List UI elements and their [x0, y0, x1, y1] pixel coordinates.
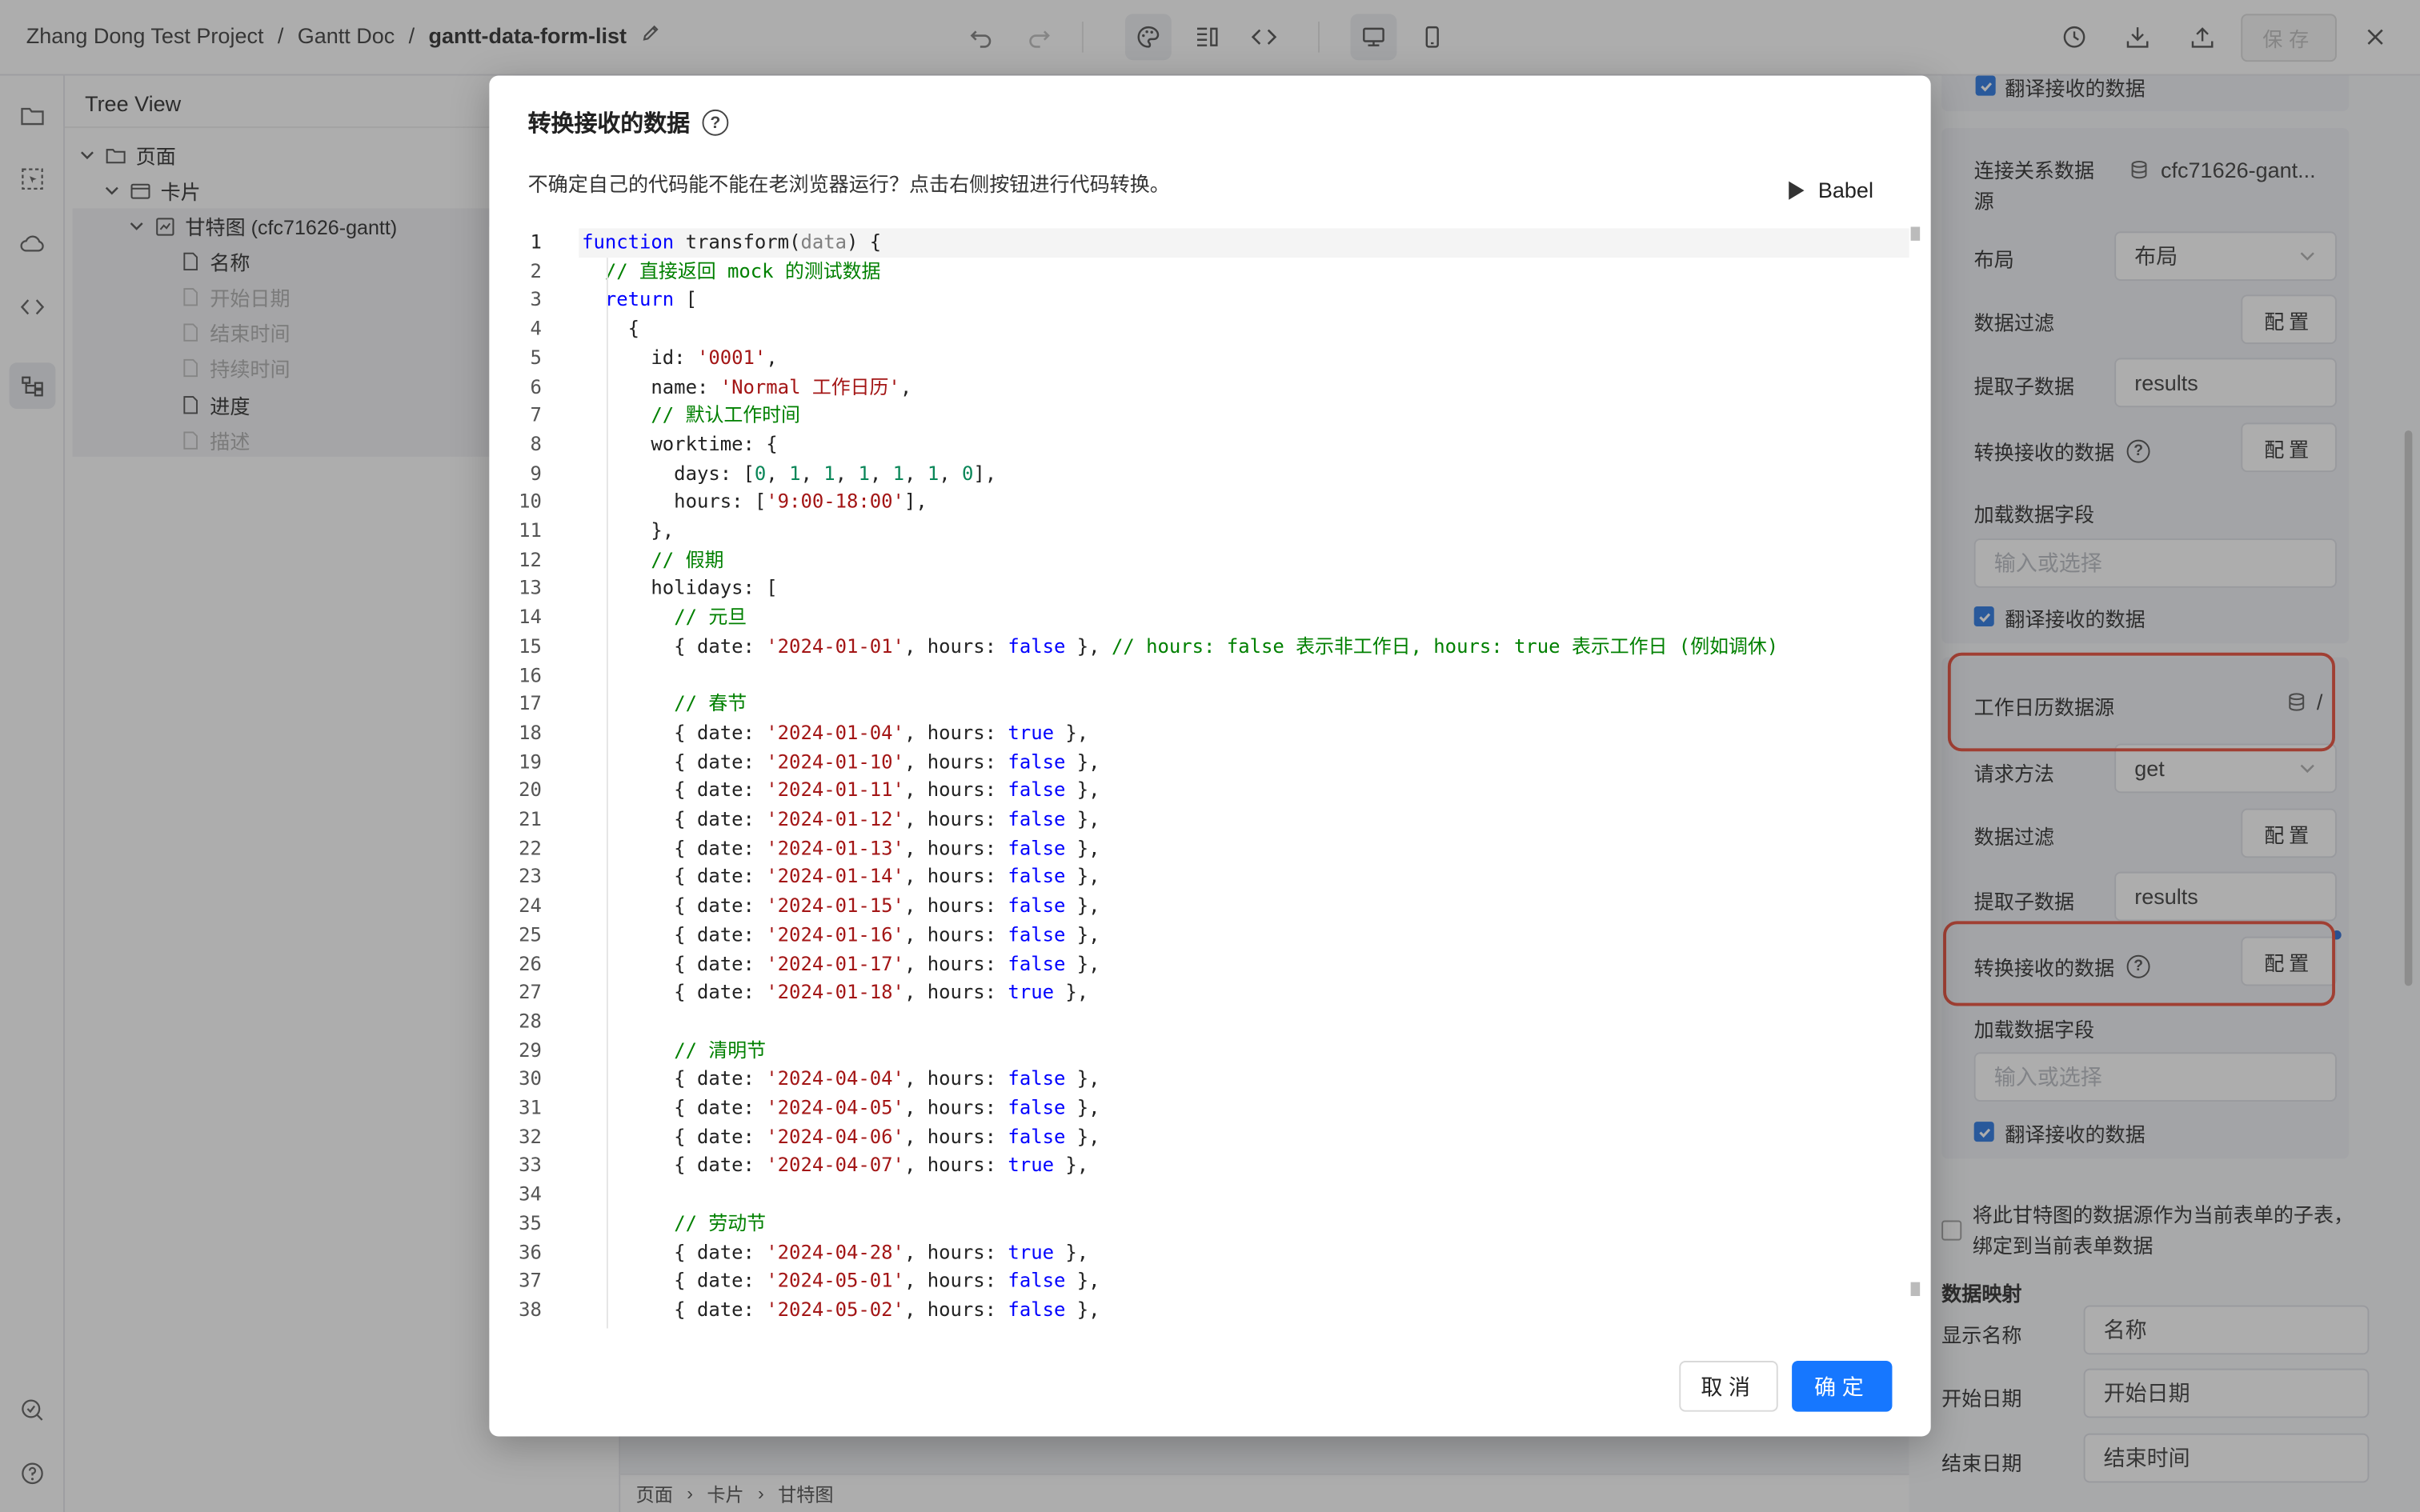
line-number: 21: [519, 806, 542, 830]
code-line: // 默认工作时间: [651, 402, 800, 426]
code-line: { date: '2024-01-17', hours: false },: [582, 950, 1100, 974]
code-line: { date: '2024-01-10', hours: false },: [582, 749, 1100, 773]
editor-scroll-marker[interactable]: [1910, 1282, 1921, 1297]
line-number: 16: [519, 662, 542, 686]
line-number: 5: [530, 345, 542, 369]
code-line: // 假期: [651, 547, 724, 570]
code-line: // 劳动节: [674, 1210, 767, 1234]
babel-button[interactable]: Babel: [1787, 178, 1873, 202]
line-number: 33: [519, 1153, 542, 1177]
line-number: 37: [519, 1268, 542, 1292]
line-number: 30: [519, 1066, 542, 1090]
line-number: 12: [519, 547, 542, 570]
indent-guide: [606, 258, 608, 1329]
code-line: { date: '2024-04-28', hours: true },: [582, 1239, 1089, 1263]
line-number: 34: [519, 1182, 542, 1206]
cancel-button[interactable]: 取消: [1679, 1361, 1778, 1412]
code-line: holidays: [: [582, 576, 778, 600]
line-number: 35: [519, 1210, 542, 1234]
code-line: days: [0, 1, 1, 1, 1, 1, 0],: [582, 460, 997, 484]
line-number: 7: [530, 402, 542, 426]
code-line: { date: '2024-04-07', hours: true },: [582, 1153, 1089, 1177]
line-number: 25: [519, 922, 542, 946]
line-number: 31: [519, 1095, 542, 1119]
line-number: 17: [519, 691, 542, 715]
editor-scroll-marker[interactable]: [1910, 226, 1921, 241]
code-line: { date: '2024-01-12', hours: false },: [582, 806, 1100, 830]
confirm-button[interactable]: 确定: [1792, 1361, 1893, 1412]
code-line: { date: '2024-01-18', hours: true },: [582, 980, 1089, 1003]
code-line: id: '0001',: [582, 345, 778, 369]
code-line: { date: '2024-05-02', hours: false },: [582, 1297, 1100, 1321]
modal-title-row: 转换接收的数据 ?: [528, 106, 729, 139]
code-line: worktime: {: [582, 431, 778, 455]
play-icon: [1789, 180, 1805, 199]
code-line: },: [582, 518, 675, 542]
line-number: 1: [530, 230, 542, 254]
code-line: { date: '2024-01-01', hours: false }, //…: [582, 634, 1779, 658]
code-line: { date: '2024-04-06', hours: false },: [582, 1124, 1100, 1148]
code-editor[interactable]: 1 function transform(data) { 2 // 直接返回 moc…: [489, 226, 1930, 1329]
code-line: { date: '2024-01-15', hours: false },: [582, 893, 1100, 917]
line-number: 10: [519, 489, 542, 513]
line-number: 18: [519, 720, 542, 744]
line-number: 14: [519, 605, 542, 629]
line-number: 15: [519, 634, 542, 658]
code-line: { date: '2024-01-04', hours: true },: [582, 720, 1089, 744]
line-number: 38: [519, 1297, 542, 1321]
modal-description: 不确定自己的代码能不能在老浏览器运行？点击右侧按钮进行代码转换。: [527, 173, 1170, 196]
code-line: return [: [604, 287, 697, 311]
line-number: 36: [519, 1239, 542, 1263]
line-number: 6: [530, 374, 542, 398]
line-number: 19: [519, 749, 542, 773]
code-line: { date: '2024-01-16', hours: false },: [582, 922, 1100, 946]
code-line: { date: '2024-05-01', hours: false },: [582, 1268, 1100, 1292]
line-number: 29: [519, 1038, 542, 1062]
line-number: 23: [519, 864, 542, 888]
code-line: { date: '2024-04-04', hours: false },: [582, 1066, 1100, 1090]
code-line: {: [582, 316, 640, 340]
code-line: // 直接返回 mock 的测试数据: [604, 258, 881, 282]
code-line: // 清明节: [674, 1038, 767, 1062]
transform-data-modal: 转换接收的数据 ? 不确定自己的代码能不能在老浏览器运行？点击右侧按钮进行代码转…: [489, 75, 1931, 1437]
code-line: { date: '2024-01-14', hours: false },: [582, 864, 1100, 888]
code-line: name: 'Normal 工作日历',: [582, 374, 912, 398]
modal-footer: 取消 确定: [489, 1329, 1930, 1437]
line-number: 27: [519, 980, 542, 1003]
code-line: { date: '2024-04-05', hours: false },: [582, 1095, 1100, 1119]
line-number: 24: [519, 893, 542, 917]
line-number: 11: [519, 518, 542, 542]
code-line: { date: '2024-01-11', hours: false },: [582, 778, 1100, 802]
line-number: 4: [530, 316, 542, 340]
line-number: 26: [519, 950, 542, 974]
line-number: 8: [530, 431, 542, 455]
line-number: 13: [519, 576, 542, 600]
app-window: Zhang Dong Test Project / Gantt Doc / ga…: [0, 0, 2420, 1512]
line-number: 2: [530, 258, 542, 282]
line-number: 28: [519, 1009, 542, 1033]
babel-label: Babel: [1817, 177, 1873, 202]
line-number: 20: [519, 778, 542, 802]
line-number: 32: [519, 1124, 542, 1148]
line-number: 22: [519, 835, 542, 859]
line-number: 9: [530, 460, 542, 484]
modal-title: 转换接收的数据: [527, 110, 691, 138]
code-line: hours: ['9:00-18:00'],: [582, 489, 928, 513]
code-line: { date: '2024-01-13', hours: false },: [582, 835, 1100, 859]
help-icon[interactable]: ?: [702, 109, 729, 136]
line-number: 3: [530, 287, 542, 311]
code-line: function transform(data) {: [582, 230, 882, 254]
